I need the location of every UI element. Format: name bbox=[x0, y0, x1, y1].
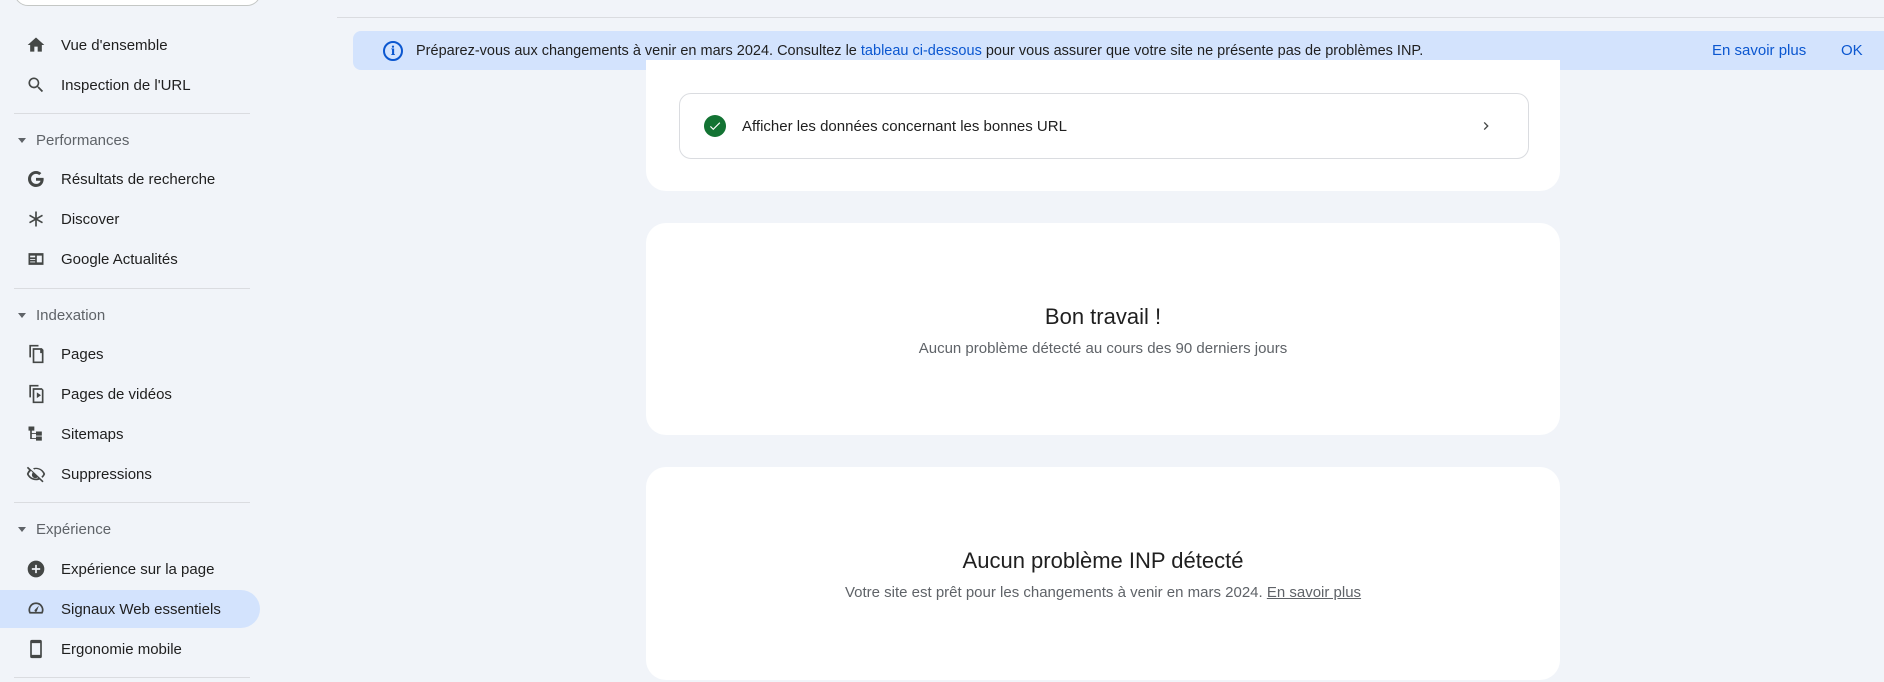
caret-down-icon bbox=[18, 526, 26, 532]
card-title: Bon travail ! bbox=[1044, 304, 1162, 329]
header-divider bbox=[337, 17, 1884, 18]
sidebar-item-label: Inspection de l'URL bbox=[61, 76, 191, 94]
sidebar-item-pages[interactable]: Pages bbox=[0, 335, 260, 373]
add-circle-icon bbox=[26, 559, 46, 579]
speed-icon bbox=[26, 599, 46, 619]
sidebar-item-overview[interactable]: Vue d'ensemble bbox=[0, 26, 260, 64]
sidebar-item-discover[interactable]: Discover bbox=[0, 200, 260, 238]
section-experience[interactable]: Expérience bbox=[0, 514, 111, 544]
section-performances[interactable]: Performances bbox=[0, 125, 129, 155]
check-circle-icon bbox=[704, 115, 726, 137]
sidebar-item-label: Expérience sur la page bbox=[61, 560, 215, 578]
sidebar-item-url-inspection[interactable]: Inspection de l'URL bbox=[0, 66, 260, 104]
chevron-right-icon bbox=[1483, 122, 1489, 130]
banner-message: Préparez-vous aux changements à venir en… bbox=[416, 43, 1423, 59]
section-title: Indexation bbox=[36, 306, 106, 324]
smartphone-icon bbox=[26, 639, 46, 659]
card-subtitle: Aucun problème détecté au cours des 90 d… bbox=[918, 340, 1288, 357]
inp-learn-more-link[interactable]: En savoir plus bbox=[1267, 584, 1361, 601]
sidebar-item-label: Résultats de recherche bbox=[61, 170, 216, 188]
card-title: Aucun problème INP détecté bbox=[962, 548, 1244, 573]
sidebar-item-removals[interactable]: Suppressions bbox=[0, 455, 260, 493]
sidebar-item-core-web-vitals[interactable]: Signaux Web essentiels bbox=[0, 590, 260, 628]
sidebar-item-google-news[interactable]: Google Actualités bbox=[0, 240, 260, 278]
sidebar-item-page-experience[interactable]: Expérience sur la page bbox=[0, 550, 260, 588]
sidebar-item-sitemaps[interactable]: Sitemaps bbox=[0, 415, 260, 453]
sidebar-item-mobile-usability[interactable]: Ergonomie mobile bbox=[0, 630, 260, 668]
sidebar-item-label: Pages bbox=[61, 345, 104, 363]
search-input[interactable] bbox=[14, 0, 261, 6]
sidebar-item-label: Pages de vidéos bbox=[61, 385, 172, 403]
divider bbox=[14, 502, 250, 503]
sidebar-item-label: Ergonomie mobile bbox=[61, 640, 182, 658]
asterisk-icon bbox=[26, 209, 46, 229]
no-issues-card: Bon travail ! Aucun problème détecté au … bbox=[646, 223, 1560, 435]
sidebar-item-video-pages[interactable]: Pages de vidéos bbox=[0, 375, 260, 413]
caret-down-icon bbox=[18, 137, 26, 143]
divider bbox=[14, 288, 250, 289]
caret-down-icon bbox=[18, 312, 26, 318]
sitemap-icon bbox=[26, 424, 46, 444]
good-urls-label: Afficher les données concernant les bonn… bbox=[742, 117, 1067, 135]
card-subtitle: Votre site est prêt pour les changements… bbox=[646, 584, 1560, 601]
card-subtitle-text: Votre site est prêt pour les changements… bbox=[844, 584, 1267, 601]
divider bbox=[14, 677, 250, 678]
sidebar-item-label: Vue d'ensemble bbox=[61, 36, 168, 54]
section-title: Expérience bbox=[36, 520, 112, 538]
sidebar: Vue d'ensemble Inspection de l'URL Perfo… bbox=[0, 0, 262, 682]
banner-table-link[interactable]: tableau ci-dessous bbox=[861, 43, 982, 59]
info-icon: i bbox=[383, 40, 403, 61]
sidebar-item-label: Sitemaps bbox=[61, 425, 124, 443]
search-icon bbox=[26, 75, 46, 95]
good-urls-row[interactable]: Afficher les données concernant les bonn… bbox=[679, 93, 1529, 159]
banner-text: Préparez-vous aux changements à venir en… bbox=[416, 42, 861, 59]
google-g-icon bbox=[26, 169, 46, 189]
divider bbox=[14, 113, 250, 114]
sidebar-item-label: Discover bbox=[61, 210, 120, 228]
section-indexation[interactable]: Indexation bbox=[0, 300, 105, 330]
home-icon bbox=[26, 35, 46, 55]
section-title: Performances bbox=[36, 131, 130, 149]
news-icon bbox=[26, 249, 46, 269]
sidebar-item-search-results[interactable]: Résultats de recherche bbox=[0, 160, 260, 198]
learn-more-button[interactable]: En savoir plus bbox=[1712, 42, 1806, 59]
ok-button[interactable]: OK bbox=[1841, 42, 1863, 59]
sidebar-item-label: Google Actualités bbox=[61, 250, 178, 268]
inp-card: Aucun problème INP détecté Votre site es… bbox=[646, 467, 1560, 680]
banner-text: pour vous assurer que votre site ne prés… bbox=[981, 42, 1424, 59]
video-pages-icon bbox=[26, 384, 46, 404]
sidebar-item-label: Signaux Web essentiels bbox=[61, 600, 221, 618]
status-card: Afficher les données concernant les bonn… bbox=[646, 60, 1560, 191]
visibility-off-icon bbox=[26, 464, 46, 484]
pages-icon bbox=[26, 344, 46, 364]
sidebar-item-label: Suppressions bbox=[61, 465, 152, 483]
